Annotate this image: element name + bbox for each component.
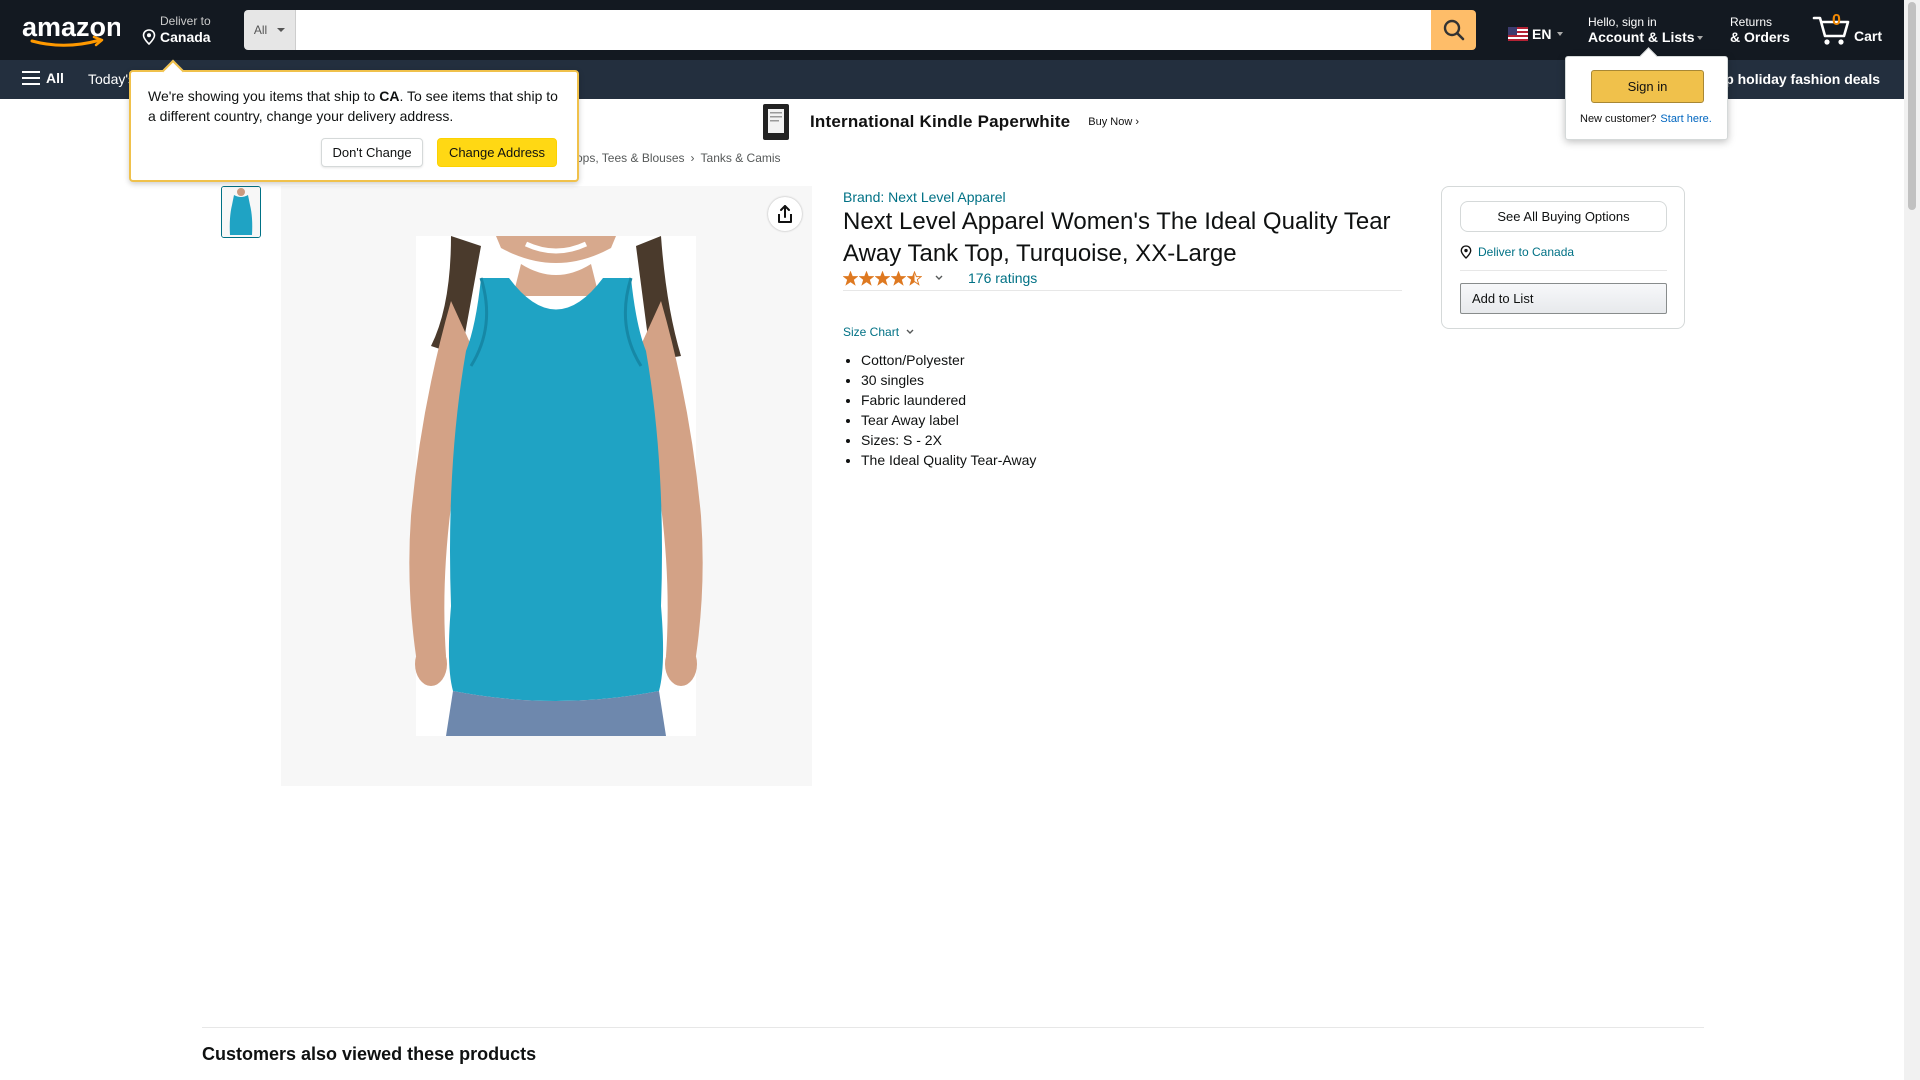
new-customer-row: New customer? Start here.: [1580, 113, 1712, 125]
star-icon: [859, 270, 874, 286]
account-greeting: Hello, sign in: [1588, 15, 1657, 29]
banner-buy-now-link[interactable]: Buy Now ›: [1088, 116, 1139, 128]
scrollbar-thumb[interactable]: [1908, 2, 1916, 210]
star-icon: [843, 270, 858, 286]
caret-down-icon: [277, 28, 286, 32]
feature-bullet: Sizes: S - 2X: [861, 430, 1036, 450]
rating-row: 176 ratings: [843, 270, 1037, 286]
caret-down-icon: [1696, 36, 1703, 41]
deliver-to-label: Deliver to Canada: [1478, 245, 1575, 259]
cart-label: Cart: [1854, 28, 1883, 44]
account-and-lists[interactable]: Hello, sign in Account & Lists: [1588, 15, 1703, 45]
start-here-link[interactable]: Start here.: [1660, 113, 1711, 125]
star-icon: [891, 270, 906, 286]
size-chart-link[interactable]: Size Chart: [843, 325, 915, 339]
deliver-to-location[interactable]: Deliver to Canada: [142, 14, 211, 45]
us-flag-icon: [1508, 27, 1528, 41]
banner-title: International Kindle Paperwhite: [810, 112, 1071, 131]
chevron-down-icon[interactable]: [934, 274, 944, 282]
amazon-logo[interactable]: amazon: [20, 12, 123, 48]
breadcrumb-item[interactable]: Tops, Tees & Blouses: [570, 151, 685, 165]
cart-count: 0: [1832, 12, 1841, 29]
see-all-buying-options-button[interactable]: See All Buying Options: [1460, 201, 1667, 232]
kindle-device-icon: [763, 104, 789, 140]
feature-bullet: Cotton/Polyester: [861, 350, 1036, 370]
section-divider: [202, 1027, 1704, 1028]
svg-text:amazon: amazon: [22, 14, 120, 42]
feature-bullets: Cotton/Polyester 30 singles Fabric laund…: [861, 350, 1036, 470]
deliver-to-country: Canada: [160, 29, 211, 45]
all-menu-label: All: [46, 70, 64, 86]
divider: [1460, 270, 1667, 271]
top-nav: amazon Deliver to Canada All EN Hello, s…: [0, 0, 1904, 60]
location-pin-icon: [1460, 245, 1472, 259]
search-icon: [1443, 19, 1464, 41]
add-to-list-button[interactable]: Add to List: [1460, 283, 1667, 314]
search-button[interactable]: [1431, 10, 1476, 50]
star-icon: [907, 270, 922, 286]
cart-button[interactable]: 0 Cart: [1812, 10, 1888, 50]
ship-to-country-code: CA: [379, 88, 400, 104]
product-thumbnail[interactable]: [221, 186, 261, 238]
feature-bullet: Fabric laundered: [861, 390, 1036, 410]
share-icon: [778, 205, 792, 223]
breadcrumb-separator: ›: [690, 151, 695, 165]
kindle-promo-banner[interactable]: International Kindle Paperwhite Buy Now …: [760, 102, 1139, 142]
search-bar: All: [244, 10, 1476, 50]
all-menu-button[interactable]: All: [22, 70, 64, 86]
ship-to-popover: We're showing you items that ship to CA.…: [129, 70, 579, 182]
ratings-count-link[interactable]: 176 ratings: [968, 270, 1037, 286]
brand-link[interactable]: Brand: Next Level Apparel: [843, 189, 1006, 205]
returns-and-orders[interactable]: Returns & Orders: [1730, 15, 1790, 45]
hamburger-menu-icon: [22, 71, 40, 85]
sign-in-button[interactable]: Sign in: [1591, 70, 1704, 103]
divider: [843, 290, 1402, 291]
feature-bullet: The Ideal Quality Tear-Away: [861, 450, 1036, 470]
change-address-button[interactable]: Change Address: [437, 138, 557, 167]
account-lists-label: Account & Lists: [1588, 29, 1695, 45]
product-title: Next Level Apparel Women's The Ideal Qua…: [843, 208, 1391, 267]
feature-bullet: 30 singles: [861, 370, 1036, 390]
deliver-to-link[interactable]: Deliver to Canada: [1460, 245, 1574, 259]
caret-down-icon: [1557, 32, 1564, 36]
chevron-down-icon: [906, 329, 914, 334]
language-selector[interactable]: EN: [1508, 26, 1564, 42]
deliver-to-label: Deliver to: [160, 14, 211, 28]
dont-change-button[interactable]: Don't Change: [321, 138, 423, 167]
new-customer-label: New customer?: [1580, 113, 1657, 125]
ship-to-message: We're showing you items that ship to CA.…: [148, 86, 568, 126]
search-category-label: All: [253, 23, 268, 37]
feature-bullet: Tear Away label: [861, 410, 1036, 430]
location-pin-icon: [142, 29, 156, 45]
size-chart-label: Size Chart: [843, 325, 900, 339]
search-input[interactable]: [296, 10, 1431, 50]
returns-label: Returns: [1730, 15, 1773, 29]
search-category-select[interactable]: All: [244, 10, 296, 50]
share-button[interactable]: [768, 197, 802, 231]
breadcrumb-item[interactable]: Tanks & Camis: [701, 151, 781, 165]
ship-to-message-text: We're showing you items that ship to: [148, 88, 380, 104]
buy-box: See All Buying Options Deliver to Canada…: [1441, 186, 1685, 329]
breadcrumb: Tops, Tees & Blouses › Tanks & Camis: [570, 151, 781, 165]
star-icon: [875, 270, 890, 286]
star-rating[interactable]: [843, 270, 922, 286]
sign-in-popover: Sign in New customer? Start here.: [1565, 56, 1728, 140]
customers-also-viewed-heading: Customers also viewed these products: [202, 1044, 537, 1064]
orders-label: & Orders: [1730, 29, 1790, 45]
product-main-image[interactable]: [281, 186, 812, 786]
language-label: EN: [1532, 26, 1552, 42]
vertical-scrollbar[interactable]: [1904, 0, 1920, 1080]
